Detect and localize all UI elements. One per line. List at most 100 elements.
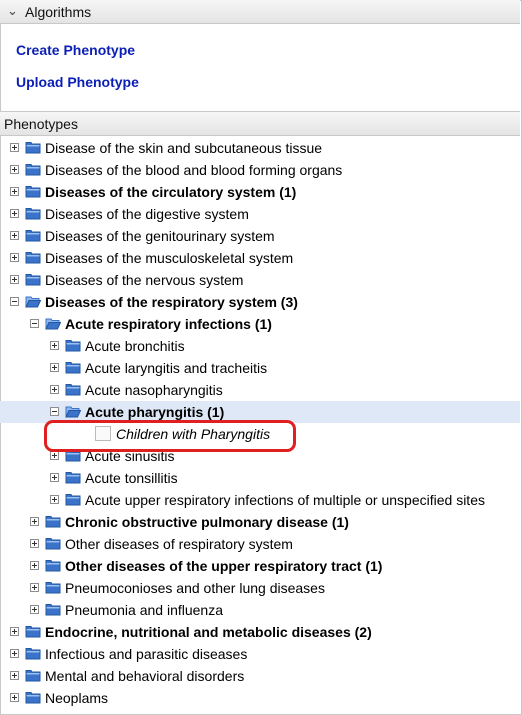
tree-node-label: Diseases of the circulatory system (1) bbox=[45, 184, 297, 200]
tree-node[interactable]: Infectious and parasitic diseases bbox=[0, 643, 520, 665]
expand-icon[interactable] bbox=[30, 539, 39, 548]
tree-node-label: Endocrine, nutritional and metabolic dis… bbox=[45, 624, 372, 640]
algorithms-header[interactable]: ⌄ Algorithms bbox=[0, 0, 520, 24]
expand-icon[interactable] bbox=[50, 385, 59, 394]
folder-icon bbox=[65, 471, 81, 484]
folder-icon bbox=[25, 669, 41, 682]
expand-icon[interactable] bbox=[50, 363, 59, 372]
tree-node-label: Neoplams bbox=[45, 690, 109, 706]
folder-icon bbox=[65, 361, 81, 374]
expand-icon[interactable] bbox=[50, 495, 59, 504]
folder-icon bbox=[45, 537, 61, 550]
folder-open-icon bbox=[65, 405, 82, 418]
upload-phenotype-link[interactable]: Upload Phenotype bbox=[16, 74, 139, 90]
tree-node[interactable]: Diseases of the blood and blood forming … bbox=[0, 159, 520, 181]
tree-node-label: Acute bronchitis bbox=[85, 338, 185, 354]
expand-icon[interactable] bbox=[30, 583, 39, 592]
tree-node-label: Acute nasopharyngitis bbox=[85, 382, 223, 398]
tree-node[interactable]: Pneumonia and influenza bbox=[0, 599, 520, 621]
folder-icon bbox=[25, 141, 41, 154]
tree-node-label: Disease of the skin and subcutaneous tis… bbox=[45, 140, 323, 156]
tree-node[interactable]: Acute nasopharyngitis bbox=[0, 379, 520, 401]
tree-node[interactable]: Diseases of the circulatory system (1) bbox=[0, 181, 520, 203]
tree-node[interactable]: Acute tonsillitis bbox=[0, 467, 520, 489]
tree-node[interactable]: Acute bronchitis bbox=[0, 335, 520, 357]
tree-node-label: Diseases of the musculoskeletal system bbox=[45, 250, 294, 266]
tree-node[interactable]: Diseases of the respiratory system (3) bbox=[0, 291, 520, 313]
tree-node[interactable]: Endocrine, nutritional and metabolic dis… bbox=[0, 621, 520, 643]
tree-node[interactable]: Diseases of the musculoskeletal system bbox=[0, 247, 520, 269]
tree-node-label: Pneumonia and influenza bbox=[65, 602, 224, 618]
folder-icon bbox=[25, 251, 41, 264]
algorithms-title: Algorithms bbox=[25, 4, 92, 20]
tree-node-label: Other diseases of the upper respiratory … bbox=[65, 558, 383, 574]
tree-node-label: Diseases of the respiratory system (3) bbox=[45, 294, 298, 310]
folder-icon bbox=[45, 581, 61, 594]
folder-icon bbox=[25, 273, 41, 286]
expand-icon[interactable] bbox=[10, 671, 19, 680]
collapse-icon[interactable] bbox=[50, 407, 59, 416]
tree-node[interactable]: Other diseases of the upper respiratory … bbox=[0, 555, 520, 577]
create-phenotype-link[interactable]: Create Phenotype bbox=[16, 42, 135, 58]
tree-node[interactable]: Diseases of the nervous system bbox=[0, 269, 520, 291]
folder-open-icon bbox=[45, 317, 62, 330]
expand-icon[interactable] bbox=[10, 649, 19, 658]
tree-node-label: Diseases of the digestive system bbox=[45, 206, 249, 222]
folder-icon bbox=[25, 691, 41, 704]
collapse-icon[interactable] bbox=[10, 297, 19, 306]
tree-node[interactable]: Acute laryngitis and tracheitis bbox=[0, 357, 520, 379]
tree-node-label: Chronic obstructive pulmonary disease (1… bbox=[65, 514, 349, 530]
folder-icon bbox=[25, 625, 41, 638]
expand-icon[interactable] bbox=[10, 693, 19, 702]
tree-node-label: Mental and behavioral disorders bbox=[45, 668, 245, 684]
tree-node[interactable]: Diseases of the genitourinary system bbox=[0, 225, 520, 247]
folder-icon bbox=[65, 339, 81, 352]
expand-icon[interactable] bbox=[30, 561, 39, 570]
folder-icon bbox=[45, 603, 61, 616]
tree-node[interactable]: Diseases of the digestive system bbox=[0, 203, 520, 225]
tree-node[interactable]: Acute upper respiratory infections of mu… bbox=[0, 489, 520, 511]
tree-node-label: Infectious and parasitic diseases bbox=[45, 646, 248, 662]
expand-icon[interactable] bbox=[10, 627, 19, 636]
expand-icon[interactable] bbox=[10, 275, 19, 284]
tree-node[interactable]: Acute respiratory infections (1) bbox=[0, 313, 520, 335]
expand-icon[interactable] bbox=[50, 451, 59, 460]
tree-node-label: Acute tonsillitis bbox=[85, 470, 178, 486]
expand-icon[interactable] bbox=[10, 165, 19, 174]
folder-icon bbox=[65, 493, 81, 506]
phenotypes-header: Phenotypes bbox=[0, 111, 520, 136]
expand-icon[interactable] bbox=[10, 143, 19, 152]
expand-icon[interactable] bbox=[30, 605, 39, 614]
tree-node[interactable]: Pneumoconioses and other lung diseases bbox=[0, 577, 520, 599]
folder-icon bbox=[25, 207, 41, 220]
tree-node[interactable]: Other diseases of respiratory system bbox=[0, 533, 520, 555]
collapse-icon[interactable] bbox=[30, 319, 39, 328]
tree-node[interactable]: Mental and behavioral disorders bbox=[0, 665, 520, 687]
tree-node-label: Diseases of the nervous system bbox=[45, 272, 244, 288]
expand-icon[interactable] bbox=[10, 209, 19, 218]
tree-node-label: Diseases of the genitourinary system bbox=[45, 228, 275, 244]
folder-icon bbox=[25, 229, 41, 242]
expand-icon[interactable] bbox=[30, 517, 39, 526]
folder-icon bbox=[25, 163, 41, 176]
tree-node[interactable]: Chronic obstructive pulmonary disease (1… bbox=[0, 511, 520, 533]
expand-icon[interactable] bbox=[50, 341, 59, 350]
folder-icon bbox=[45, 515, 61, 528]
tree-node-label: Acute laryngitis and tracheitis bbox=[85, 360, 268, 376]
phenotypes-title: Phenotypes bbox=[4, 116, 78, 132]
folder-icon bbox=[25, 185, 41, 198]
expand-icon[interactable] bbox=[10, 231, 19, 240]
tree-node[interactable]: Neoplams bbox=[0, 687, 520, 709]
tree-node-label: Acute pharyngitis (1) bbox=[85, 404, 225, 420]
folder-icon bbox=[65, 383, 81, 396]
expand-icon[interactable] bbox=[10, 187, 19, 196]
expand-icon[interactable] bbox=[50, 473, 59, 482]
tree-node-label: Acute respiratory infections (1) bbox=[65, 316, 272, 332]
chevron-down-icon[interactable]: ⌄ bbox=[7, 3, 18, 19]
folder-icon bbox=[45, 559, 61, 572]
tree-node-label: Other diseases of respiratory system bbox=[65, 536, 293, 552]
highlight-annotation bbox=[44, 420, 296, 452]
tree-node[interactable]: Disease of the skin and subcutaneous tis… bbox=[0, 137, 520, 159]
tree-node-label: Diseases of the blood and blood forming … bbox=[45, 162, 343, 178]
expand-icon[interactable] bbox=[10, 253, 19, 262]
